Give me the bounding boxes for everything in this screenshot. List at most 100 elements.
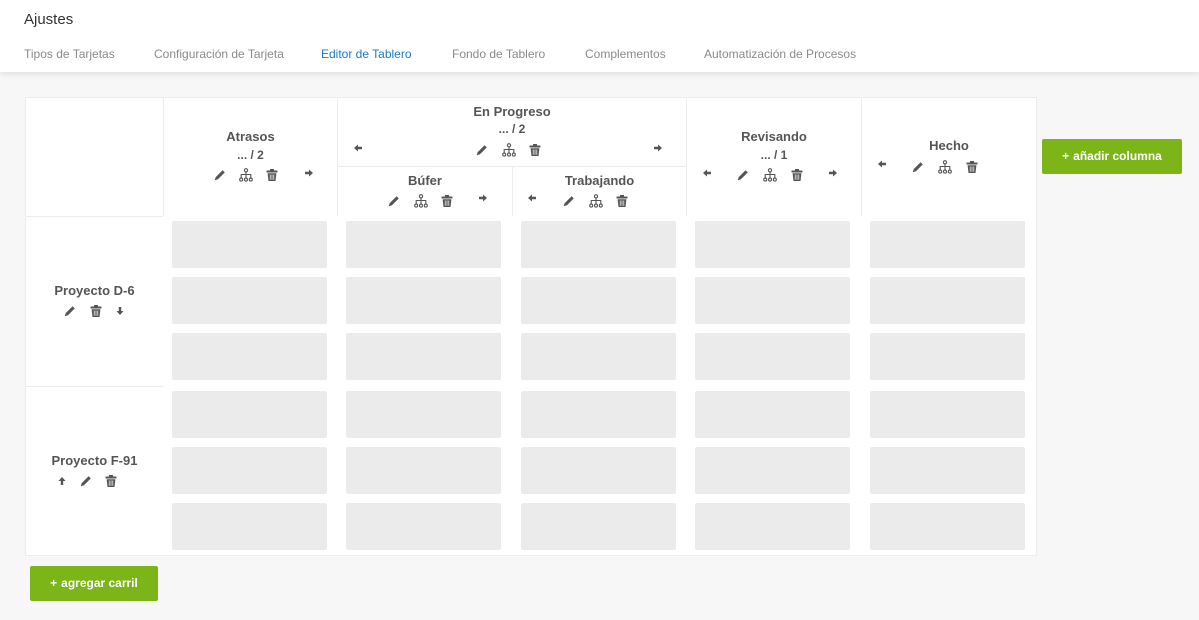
card-slot-placeholder [870,221,1025,268]
trash-icon[interactable] [790,168,804,182]
board-cell [861,216,1037,387]
trash-icon[interactable] [440,194,454,208]
card-slot-placeholder [870,391,1025,438]
board-cell [512,386,687,556]
arrow-left-icon[interactable] [525,191,539,205]
card-slot-placeholder [346,333,501,380]
card-slot-placeholder [521,277,676,324]
card-slot-placeholder [870,447,1025,494]
pencil-icon[interactable] [213,168,227,182]
card-slot-placeholder [172,333,327,380]
wip-limit: ... / 2 [237,148,264,162]
hierarchy-icon[interactable] [502,143,516,157]
card-slot-placeholder [172,447,327,494]
card-slot-placeholder [172,503,327,550]
board-cell [861,386,1037,556]
trash-icon[interactable] [965,160,979,174]
card-slot-placeholder [870,503,1025,550]
card-slot-placeholder [695,391,850,438]
board-cell [686,386,862,556]
page-title: Ajustes [24,11,74,28]
trash-icon[interactable] [615,194,629,208]
card-slot-placeholder [695,447,850,494]
tab-process-automation[interactable]: Automatización de Procesos [704,47,856,61]
lane-header-proyecto-f91: Proyecto F-91 [25,386,164,556]
arrow-right-icon[interactable] [476,191,490,205]
trash-icon[interactable] [528,143,542,157]
board-corner [25,97,164,217]
board-cell [512,216,687,387]
column-header-trabajando: Trabajando [512,166,687,217]
arrow-left-icon[interactable] [875,157,889,171]
card-slot-placeholder [695,277,850,324]
lane-header-proyecto-d6: Proyecto D-6 [25,216,164,387]
board-cell [163,386,338,556]
pencil-icon[interactable] [475,143,489,157]
column-name: Trabajando [564,173,635,188]
card-slot-placeholder [695,221,850,268]
column-header-en-progreso: En Progreso ... / 2 [337,97,687,167]
trash-icon[interactable] [104,474,118,488]
card-slot-placeholder [521,447,676,494]
pencil-icon[interactable] [911,160,925,174]
column-name: Búfer [408,173,442,188]
card-slot-placeholder [695,333,850,380]
tab-card-config[interactable]: Configuración de Tarjeta [154,47,284,61]
tab-board-editor[interactable]: Editor de Tablero [321,47,412,61]
arrow-left-icon[interactable] [351,141,365,155]
arrow-right-icon[interactable] [826,166,840,180]
pencil-icon[interactable] [79,474,93,488]
trash-icon[interactable] [265,168,279,182]
hierarchy-icon[interactable] [414,194,428,208]
pencil-icon[interactable] [736,168,750,182]
lane-name: Proyecto F-91 [51,453,138,468]
card-slot-placeholder [870,277,1025,324]
trash-icon[interactable] [89,304,103,318]
card-slot-placeholder [870,333,1025,380]
card-slot-placeholder [521,391,676,438]
arrow-right-icon[interactable] [651,141,665,155]
card-slot-placeholder [346,391,501,438]
settings-header: Ajustes Tipos de Tarjetas Configuración … [0,0,1199,72]
board-cell [337,386,513,556]
card-slot-placeholder [521,221,676,268]
add-lane-button[interactable]: + agregar carril [30,566,158,601]
card-slot-placeholder [346,221,501,268]
add-lane-label: agregar carril [61,576,138,590]
column-header-bufer: Búfer [337,166,513,217]
column-name: En Progreso [473,104,551,119]
pencil-icon[interactable] [387,194,401,208]
hierarchy-icon[interactable] [763,168,777,182]
card-slot-placeholder [346,503,501,550]
wip-limit: ... / 1 [760,148,788,162]
tab-card-types[interactable]: Tipos de Tarjetas [24,47,115,61]
lane-name: Proyecto D-6 [54,283,135,298]
arrow-up-icon[interactable] [55,474,69,488]
column-name: Hecho [929,138,969,153]
arrow-right-icon[interactable] [302,166,316,180]
card-slot-placeholder [172,391,327,438]
column-name: Atrasos [226,129,275,144]
board-cell [686,216,862,387]
hierarchy-icon[interactable] [239,168,253,182]
tab-add-ons[interactable]: Complementos [585,47,666,61]
plus-icon: + [1062,149,1070,163]
column-header-revisando: Revisando ... / 1 [686,97,862,217]
tab-board-background[interactable]: Fondo de Tablero [452,47,545,61]
plus-icon: + [50,576,58,590]
board-cell [163,216,338,387]
hierarchy-icon[interactable] [938,160,952,174]
card-slot-placeholder [521,503,676,550]
board-cell [337,216,513,387]
wip-limit: ... / 2 [498,122,526,136]
hierarchy-icon[interactable] [589,194,603,208]
card-slot-placeholder [695,503,850,550]
card-slot-placeholder [172,221,327,268]
add-column-button[interactable]: + añadir columna [1042,139,1182,174]
pencil-icon[interactable] [63,304,77,318]
column-header-hecho: Hecho [861,97,1037,217]
arrow-left-icon[interactable] [700,166,714,180]
arrow-down-icon[interactable] [113,304,127,318]
card-slot-placeholder [346,447,501,494]
pencil-icon[interactable] [562,194,576,208]
